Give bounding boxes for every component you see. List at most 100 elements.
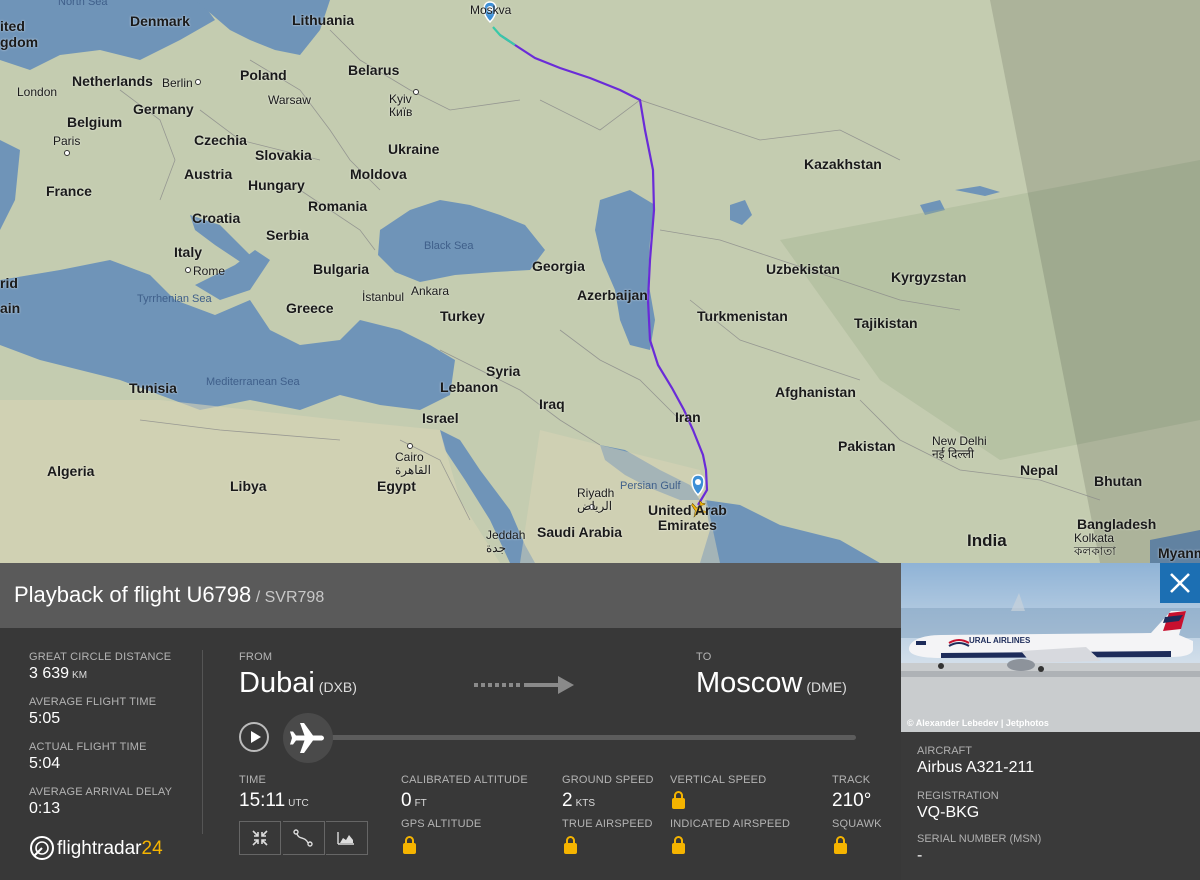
- map-label-istanbul: İstanbul: [362, 290, 405, 304]
- ground-speed-value: 2 KTS: [562, 790, 596, 811]
- flight-number: U6798: [186, 582, 252, 607]
- close-icon: [1170, 573, 1190, 593]
- map-label-bulgaria: Bulgaria: [313, 261, 370, 277]
- map-label-germany: Germany: [133, 101, 194, 117]
- map-label-tyrrhenian-sea: Tyrrhenian Sea: [137, 293, 212, 305]
- aircraft-photo[interactable]: URAL AIRLINES © Alexander Lebedev | Jetp…: [901, 563, 1200, 732]
- map-label-new-delhi: New Delhi नई दिल्ली: [932, 434, 987, 461]
- vertical-speed-label: VERTICAL SPEED: [670, 774, 767, 786]
- gcd-label: GREAT CIRCLE DISTANCE: [29, 651, 172, 663]
- aircraft-info: AIRCRAFT Airbus A321-211 REGISTRATION VQ…: [901, 732, 1200, 880]
- to-label: TO: [696, 651, 712, 663]
- map-label-israel: Israel: [422, 410, 459, 426]
- map-label-netherlands: Netherlands: [72, 73, 153, 89]
- gps-altitude-lock-icon: [403, 836, 416, 854]
- calibrated-altitude-label: CALIBRATED ALTITUDE: [401, 774, 528, 786]
- ground-speed-unit: KTS: [575, 798, 596, 809]
- arrival-delay-value: 0:13: [29, 800, 61, 817]
- map-label-united-kingdom: ited gdom: [0, 18, 39, 50]
- map-label-paris: Paris: [53, 134, 81, 148]
- title-prefix: Playback of flight: [14, 582, 181, 607]
- vertical-speed-lock-icon: [672, 791, 685, 809]
- altitude-graph-button[interactable]: [326, 821, 368, 855]
- playback-track[interactable]: [300, 735, 856, 740]
- time-unit: UTC: [288, 798, 309, 809]
- zoom-fit-button[interactable]: [239, 821, 281, 855]
- flight-title-bar: Playback of flight U6798 / SVR798: [0, 563, 901, 628]
- flight-map[interactable]: ited gdom Denmark Lithuania Netherlands …: [0, 0, 1200, 563]
- map-label-uae: United Arab Emirates: [648, 502, 727, 533]
- map-label-riyadh: Riyadh الرياض: [577, 486, 615, 513]
- destination-city: Moscow (DME): [696, 667, 847, 699]
- true-airspeed-label: TRUE AIRSPEED: [562, 818, 653, 830]
- gcd-value: 3 639 KM: [29, 665, 88, 682]
- map-label-slovakia: Slovakia: [255, 147, 312, 163]
- map-label-kazakhstan: Kazakhstan: [804, 156, 882, 172]
- map-label-kolkata: Kolkata কলকাতা: [1074, 531, 1116, 558]
- registration-label: REGISTRATION: [917, 790, 999, 802]
- map-label-poland: Poland: [240, 67, 287, 83]
- map-label-saudi-arabia: Saudi Arabia: [537, 524, 623, 540]
- map-label-serbia: Serbia: [266, 227, 309, 243]
- gps-altitude-label: GPS ALTITUDE: [401, 818, 482, 830]
- aircraft-type-value: Airbus A321-211: [917, 759, 1035, 776]
- map-label-austria: Austria: [184, 166, 233, 182]
- ground-speed-label: GROUND SPEED: [562, 774, 654, 786]
- map-label-lithuania: Lithuania: [292, 12, 355, 28]
- track-value: 210°: [832, 790, 872, 811]
- map-label-north-sea: North Sea: [58, 0, 108, 8]
- map-label-persian-gulf: Persian Gulf: [620, 480, 681, 492]
- map-label-libya: Libya: [230, 478, 267, 494]
- origin-city: Dubai (DXB): [239, 667, 357, 699]
- callsign-separator: /: [251, 589, 265, 606]
- registration-value: VQ-BKG: [917, 804, 980, 821]
- map-label-algeria: Algeria: [47, 463, 95, 479]
- map-label-kyrgyzstan: Kyrgyzstan: [891, 269, 967, 285]
- play-button[interactable]: [239, 722, 269, 752]
- avg-flight-time-label: AVERAGE FLIGHT TIME: [29, 696, 157, 708]
- time-value: 15:11 UTC: [239, 790, 309, 811]
- map-label-croatia: Croatia: [192, 210, 241, 226]
- panel-divider: [202, 650, 203, 834]
- map-label-belarus: Belarus: [348, 62, 400, 78]
- destination-code: (DME): [806, 679, 847, 695]
- indicated-airspeed-label: INDICATED AIRSPEED: [670, 818, 791, 830]
- map-label-myanmar: Myanm: [1158, 545, 1200, 561]
- track-label: TRACK: [832, 774, 871, 786]
- map-label-lebanon: Lebanon: [440, 379, 499, 395]
- map-label-ukraine: Ukraine: [388, 141, 440, 157]
- route-toggle-button[interactable]: [283, 821, 325, 855]
- map-label-georgia: Georgia: [532, 258, 585, 274]
- route-path-icon: [293, 829, 313, 847]
- flight-title: Playback of flight U6798 / SVR798: [14, 582, 324, 608]
- map-label-ankara: Ankara: [411, 284, 450, 298]
- aircraft-photo-image: [901, 563, 1200, 732]
- map-label-czechia: Czechia: [194, 132, 247, 148]
- map-label-afghanistan: Afghanistan: [775, 384, 856, 400]
- actual-flight-time-label: ACTUAL FLIGHT TIME: [29, 741, 147, 753]
- map-label-india: India: [967, 531, 1007, 550]
- close-button[interactable]: [1160, 563, 1200, 603]
- map-label-france: France: [46, 183, 92, 199]
- aircraft-livery-text: URAL AIRLINES: [969, 636, 1031, 645]
- compress-arrows-icon: [252, 830, 268, 846]
- map-label-spain: ain: [0, 300, 21, 316]
- map-label-tunisia: Tunisia: [129, 380, 177, 396]
- map-label-black-sea: Black Sea: [424, 240, 474, 252]
- squawk-lock-icon: [834, 836, 847, 854]
- map-label-madrid: rid: [0, 275, 18, 291]
- aircraft-type-label: AIRCRAFT: [917, 745, 972, 757]
- map-label-syria: Syria: [486, 363, 521, 379]
- callsign: SVR798: [264, 589, 325, 606]
- map-label-hungary: Hungary: [248, 177, 305, 193]
- msn-value: -: [917, 847, 923, 864]
- radar-icon: [30, 836, 54, 860]
- map-label-azerbaijan: Azerbaijan: [577, 287, 648, 303]
- map-label-warsaw: Warsaw: [268, 93, 311, 107]
- map-label-moscow: Moskva: [470, 3, 512, 17]
- playback-scrubber[interactable]: [283, 713, 333, 763]
- msn-label: SERIAL NUMBER (MSN): [917, 833, 1042, 845]
- map-label-mediterranean-sea: Mediterranean Sea: [206, 376, 300, 388]
- calibrated-altitude-unit: FT: [414, 798, 427, 809]
- map-label-pakistan: Pakistan: [838, 438, 896, 454]
